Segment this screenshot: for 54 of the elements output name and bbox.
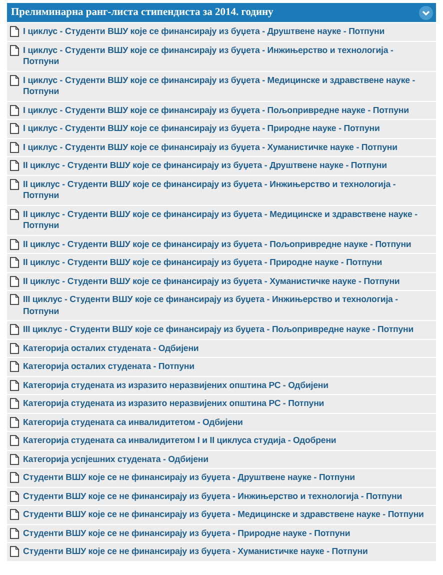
- document-icon: [10, 454, 19, 464]
- document-link[interactable]: Категорија успјешних студената - Одбијени: [23, 454, 208, 465]
- document-icon: [10, 74, 19, 86]
- document-link[interactable]: II циклус - Студенти ВШУ које се финансирају из буџета - Инжињерство и технологија - Потпуни: [23, 178, 430, 202]
- document-icon: [10, 208, 19, 220]
- document-link[interactable]: Категорија студената из изразито неразвијених општина РС - Одбијени: [23, 380, 328, 391]
- chevron-icon[interactable]: [419, 6, 433, 20]
- document-icon: [10, 142, 19, 152]
- document-icon: [10, 361, 19, 372]
- document-icon: [10, 398, 19, 409]
- document-link[interactable]: I циклус - Студенти ВШУ које се финансирају из буџета - Природне науке - Потпуни: [23, 123, 380, 134]
- document-link[interactable]: I циклус - Студенти ВШУ које се финансирају из буџета - Медицинске и здравствене науке - Потпуни: [23, 74, 430, 98]
- document-icon: [10, 178, 19, 190]
- document-link[interactable]: Категорија студената са инвалидитетом - Одбијени: [23, 416, 243, 428]
- document-icon: [10, 26, 19, 37]
- document-link[interactable]: II циклус - Студенти ВШУ које се финансирају из буџета - Природне науке - Потпуни: [23, 257, 382, 268]
- document-link[interactable]: II циклус - Студенти ВШУ које се финансирају из буџета - Пољопривредне науке - Потпуни: [23, 238, 412, 250]
- document-link[interactable]: Категорија осталих студената - Одбијени: [23, 342, 199, 354]
- document-icon: [10, 324, 19, 335]
- document-link[interactable]: Студенти ВШУ које се не финансирају из буџета - Инжињерство и технологија - Потпуни: [23, 490, 402, 502]
- document-link[interactable]: III циклус - Студенти ВШУ које се финансирају из буџета - Пољопривредне науке - Потпуни: [23, 324, 414, 336]
- document-icon: [10, 160, 19, 171]
- document-link[interactable]: Студенти ВШУ које се не финансирају из буџета - Медицинске и здравствене науке - Потпуни: [23, 509, 424, 520]
- document-icon: [10, 276, 19, 286]
- document-link[interactable]: I циклус - Студенти ВШУ које се финансирају из буџета - Пољопривредне науке - Потпуни: [23, 104, 409, 116]
- document-icon: [10, 509, 19, 520]
- document-link[interactable]: I циклус - Студенти ВШУ које се финансирају из буџета - Хуманистичке науке - Потпуни: [23, 142, 398, 153]
- document-icon: [10, 528, 19, 538]
- document-icon: [10, 294, 19, 305]
- document-link[interactable]: Студенти ВШУ које се не финансирају из буџета - Хуманистичке науке - Потпуни: [23, 546, 368, 558]
- document-link[interactable]: Категорија осталих студената - Потпуни: [23, 361, 194, 372]
- document-link[interactable]: Студенти ВШУ које се не финансирају из буџета - Друштвене науке - Потпуни: [23, 472, 355, 484]
- document-icon: [10, 257, 19, 268]
- document-link[interactable]: II циклус - Студенти ВШУ које се финансирају из буџета - Хуманистичке науке - Потпуни: [23, 276, 400, 287]
- document-link[interactable]: Студенти ВШУ које се не финансирају из буџета - Природне науке - Потпуни: [23, 528, 350, 539]
- document-icon: [10, 123, 19, 134]
- document-icon: [10, 546, 19, 557]
- document-link[interactable]: I циклус - Студенти ВШУ које се финансирају из буџета - Друштвене науке - Потпуни: [23, 26, 385, 38]
- document-link[interactable]: II циклус - Студенти ВШУ које се финансирају из буџета - Медицинске и здравствене науке - Потпуни: [23, 208, 430, 232]
- document-link[interactable]: III циклус - Студенти ВШУ које се финансирају из буџета - Инжињерство и технологија - Потпуни: [23, 294, 430, 317]
- document-icon: [10, 490, 19, 502]
- document-icon: [10, 472, 19, 483]
- document-icon: [10, 104, 19, 116]
- document-icon: [10, 342, 19, 354]
- document-link[interactable]: II циклус - Студенти ВШУ које се финансирају из буџета - Друштвене науке - Потпуни: [23, 160, 387, 172]
- document-link[interactable]: I циклус - Студенти ВШУ које се финансирају из буџета - Инжињерство и технологија - Потпуни: [23, 44, 430, 68]
- document-icon: [10, 380, 19, 390]
- document-icon: [10, 435, 19, 446]
- document-icon: [10, 238, 19, 250]
- document-icon: [10, 44, 19, 56]
- panel-title: Прелиминарна ранг-листа стипендиста за 2014. годину: [11, 7, 274, 18]
- document-link[interactable]: Категорија студената из изразито неразвијених општина РС - Потпуни: [23, 398, 324, 410]
- document-link[interactable]: Категорија студената са инвалидитетом I и II циклуса студија - Одобрени: [23, 435, 336, 446]
- document-icon: [10, 416, 19, 428]
